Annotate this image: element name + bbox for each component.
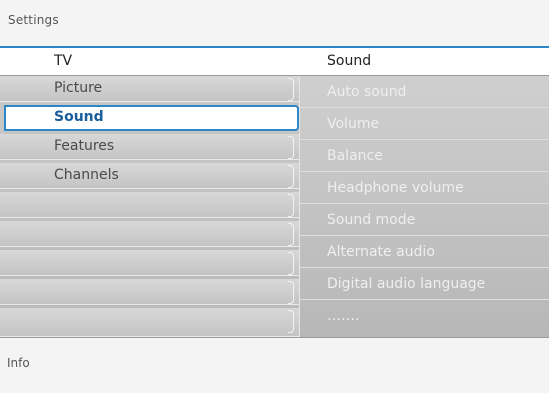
page-title: Settings — [8, 13, 59, 27]
left-menu-item-empty[interactable] — [0, 250, 300, 276]
left-menu-item-empty[interactable] — [0, 308, 300, 337]
submenu-item-label: Sound mode — [327, 212, 416, 228]
header-right-label: Sound — [327, 53, 372, 69]
info-label: Info — [7, 356, 30, 370]
submenu-item-volume[interactable]: Volume — [300, 108, 549, 140]
left-menu-item-empty[interactable] — [0, 221, 300, 247]
submenu-item-more[interactable]: ……. — [300, 300, 549, 337]
header-row: TV Sound — [0, 48, 549, 76]
submenu-item-sound-mode[interactable]: Sound mode — [300, 204, 549, 236]
submenu-item-label: Headphone volume — [327, 180, 464, 196]
submenu-item-label: Digital audio language — [327, 276, 486, 292]
submenu-item-label: ……. — [327, 308, 360, 324]
left-menu-item-sound[interactable]: Sound — [4, 105, 299, 131]
submenu-item-headphone-volume[interactable]: Headphone volume — [300, 172, 549, 204]
submenu-item-balance[interactable]: Balance — [300, 140, 549, 172]
left-menu-item-label: Channels — [54, 167, 119, 183]
left-menu-item-label: Features — [54, 138, 115, 154]
submenu-item-label: Auto sound — [327, 84, 407, 100]
info-bar: Info — [0, 337, 549, 393]
title-bar: Settings — [0, 0, 549, 46]
submenu-item-label: Alternate audio — [327, 244, 435, 260]
submenu-item-auto-sound[interactable]: Auto sound — [300, 76, 549, 108]
left-menu-item-features[interactable]: Features — [0, 134, 300, 160]
left-menu-item-label: Picture — [54, 80, 103, 96]
left-menu-item-label: Sound — [54, 109, 104, 125]
left-menu: Picture Sound Features Channels — [0, 76, 300, 337]
submenu-item-label: Balance — [327, 148, 383, 164]
left-menu-item-channels[interactable]: Channels — [0, 163, 300, 189]
submenu-item-label: Volume — [327, 116, 380, 132]
submenu-item-digital-audio-language[interactable]: Digital audio language — [300, 268, 549, 300]
left-menu-item-picture[interactable]: Picture — [0, 76, 300, 102]
left-menu-item-empty[interactable] — [0, 192, 300, 218]
right-submenu: Auto sound Volume Balance Headphone volu… — [300, 76, 549, 337]
submenu-item-alternate-audio[interactable]: Alternate audio — [300, 236, 549, 268]
left-menu-item-empty[interactable] — [0, 279, 300, 305]
header-left-label: TV — [54, 53, 73, 69]
